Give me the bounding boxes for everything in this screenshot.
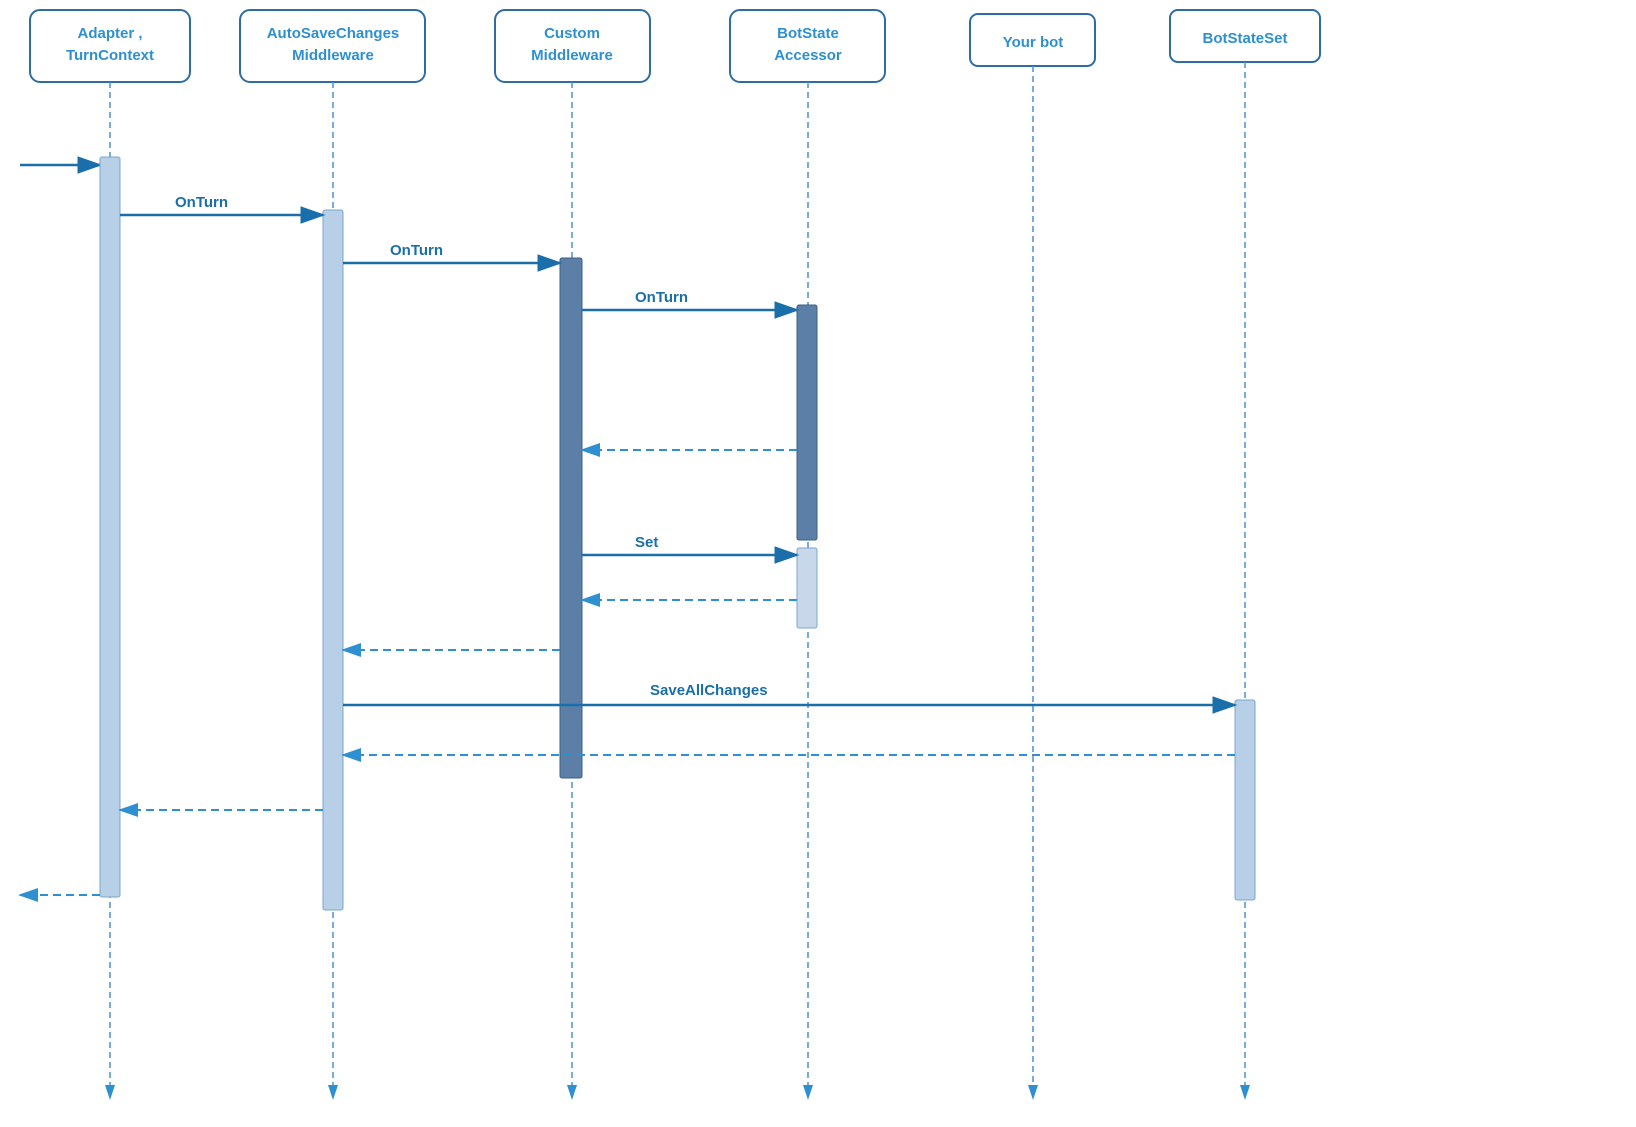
svg-text:BotStateSet: BotStateSet bbox=[1202, 30, 1287, 47]
svg-text:TurnContext: TurnContext bbox=[66, 47, 154, 64]
svg-text:Your bot: Your bot bbox=[1003, 34, 1064, 51]
svg-text:SaveAllChanges: SaveAllChanges bbox=[650, 682, 768, 699]
svg-text:BotState: BotState bbox=[777, 25, 839, 42]
svg-text:Middleware: Middleware bbox=[292, 47, 374, 64]
svg-text:OnTurn: OnTurn bbox=[175, 194, 228, 211]
svg-text:OnTurn: OnTurn bbox=[635, 289, 688, 306]
sequence-diagram: Adapter , TurnContext AutoSaveChanges Mi… bbox=[0, 0, 1636, 1127]
svg-text:Set: Set bbox=[635, 534, 658, 551]
diagram-container: Adapter , TurnContext AutoSaveChanges Mi… bbox=[0, 0, 1636, 1127]
svg-text:AutoSaveChanges: AutoSaveChanges bbox=[267, 25, 400, 42]
svg-text:Custom: Custom bbox=[544, 25, 600, 42]
svg-text:Adapter ,: Adapter , bbox=[77, 25, 142, 42]
svg-text:Accessor: Accessor bbox=[774, 47, 842, 64]
svg-text:OnTurn: OnTurn bbox=[390, 242, 443, 259]
svg-text:Middleware: Middleware bbox=[531, 47, 613, 64]
